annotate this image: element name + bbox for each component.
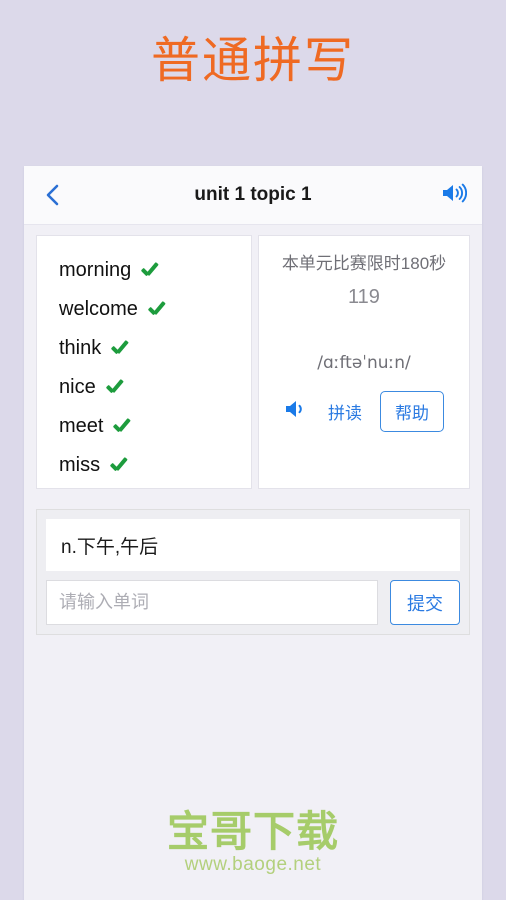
answer-area: n.下午,午后 提交 — [36, 509, 470, 635]
app-title: unit 1 topic 1 — [194, 184, 312, 205]
panels-row: morning welcome think nice meet miss 本单元… — [24, 225, 482, 489]
watermark: 宝哥下载 www.baoge.net — [24, 808, 482, 876]
watermark-url: www.baoge.net — [184, 854, 322, 875]
speaker-icon — [441, 182, 468, 209]
word-label: nice — [59, 376, 96, 398]
word-label: think — [59, 337, 102, 359]
word-input[interactable] — [46, 580, 378, 625]
check-icon — [110, 458, 129, 473]
word-label: morning — [59, 259, 132, 281]
phonetic-text: /ɑːftəˈnuːn/ — [317, 353, 411, 373]
pronounce-speaker-button[interactable] — [284, 398, 310, 425]
app-header: unit 1 topic 1 — [24, 166, 482, 225]
check-icon — [111, 341, 130, 356]
check-icon — [141, 263, 160, 278]
list-item[interactable]: nice — [59, 368, 251, 407]
app-card: unit 1 topic 1 morning welcome think nic… — [24, 166, 482, 900]
check-icon — [106, 380, 125, 395]
info-panel: 本单元比赛限时180秒 119 /ɑːftəˈnuːn/ 拼读 帮助 — [258, 235, 470, 489]
word-list-panel[interactable]: morning welcome think nice meet miss — [36, 235, 252, 489]
word-label: welcome — [59, 298, 138, 320]
countdown-value: 119 — [348, 286, 380, 308]
page-title: 普通拼写 — [150, 34, 355, 88]
list-item[interactable]: miss — [59, 446, 251, 485]
list-item[interactable]: meet — [59, 407, 251, 446]
check-icon — [148, 302, 167, 317]
time-limit-text: 本单元比赛限时180秒 — [281, 254, 447, 273]
app-screen: 普通拼写 unit 1 topic 1 morning welcome thin… — [0, 0, 506, 900]
submit-button[interactable]: 提交 — [390, 580, 460, 625]
info-actions: 拼读 帮助 — [269, 391, 459, 432]
back-button[interactable] — [24, 166, 80, 224]
chevron-left-icon — [45, 183, 59, 207]
word-label: meet — [59, 415, 104, 437]
input-row: 提交 — [46, 580, 460, 625]
header-speaker-button[interactable] — [426, 166, 482, 224]
list-item[interactable]: welcome — [59, 290, 251, 329]
list-item[interactable]: think — [59, 329, 251, 368]
check-icon — [113, 419, 132, 434]
watermark-title: 宝哥下载 — [166, 808, 339, 855]
spell-read-link[interactable]: 拼读 — [328, 399, 362, 424]
definition-text: n.下午,午后 — [46, 519, 460, 571]
word-label: miss — [59, 454, 101, 476]
list-item[interactable]: morning — [59, 251, 251, 290]
help-button[interactable]: 帮助 — [380, 391, 444, 432]
word-list-scroll: morning welcome think nice meet miss — [37, 236, 251, 485]
